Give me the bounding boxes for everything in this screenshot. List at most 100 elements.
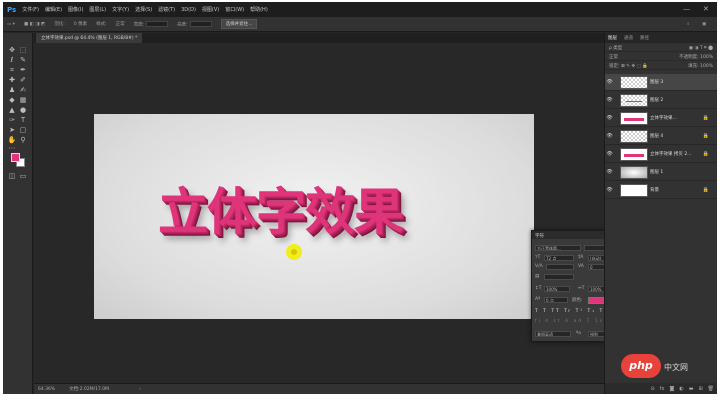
more-tools-icon[interactable]: ⋯ — [7, 144, 17, 153]
font-family-select[interactable]: 方正黑体简... — [535, 245, 581, 251]
shape-tool-icon[interactable]: ▢ — [18, 126, 28, 135]
type-tool-icon[interactable]: T — [18, 116, 28, 125]
visibility-eye-icon[interactable]: 👁 — [605, 97, 614, 103]
font-size-field[interactable]: 72 点 — [544, 255, 574, 261]
visibility-eye-icon[interactable]: 👁 — [605, 187, 614, 193]
brush-tool-icon[interactable]: ✐ — [18, 76, 28, 85]
crop-tool-icon[interactable]: ⌗ — [7, 66, 17, 75]
select-and-mask-button[interactable]: 选择并遮住... — [220, 19, 258, 29]
feather-value[interactable]: 0 像素 — [74, 21, 87, 27]
menu-window[interactable]: 窗口(W) — [225, 6, 244, 13]
status-arrow-icon[interactable]: › — [139, 387, 141, 392]
blend-mode-select[interactable]: 正常 — [609, 54, 618, 60]
eraser-tool-icon[interactable]: ◆ — [7, 96, 17, 105]
marquee-tool-icon[interactable]: ▭ ▾ — [7, 22, 15, 27]
history-brush-icon[interactable]: ✍ — [18, 86, 28, 95]
close-button[interactable]: ✕ — [703, 5, 709, 13]
search-icon[interactable]: ⌕ — [687, 21, 690, 27]
healing-brush-icon[interactable]: ✚ — [7, 76, 17, 85]
baseline-icon: Aª — [535, 297, 541, 302]
layer-thumbnail — [620, 147, 648, 161]
menu-select[interactable]: 选择(S) — [135, 6, 152, 13]
menu-edit[interactable]: 编辑(E) — [45, 6, 62, 13]
path-select-icon[interactable]: ➤ — [7, 126, 17, 135]
tracking-icon: VA — [578, 264, 584, 269]
visibility-eye-icon[interactable]: 👁 — [605, 169, 614, 175]
zoom-tool-icon[interactable]: ⚲ — [18, 136, 28, 145]
move-tool-icon[interactable]: ✥ — [7, 46, 17, 55]
quick-select-icon[interactable]: ✎ — [18, 56, 28, 65]
menu-image[interactable]: 图像(I) — [68, 6, 83, 13]
menu-layer[interactable]: 图层(L) — [89, 6, 106, 13]
new-group-icon[interactable]: ▬ — [689, 386, 694, 392]
layer-row[interactable]: 👁 立体字效果... 🔒 — [605, 110, 717, 127]
vertical-scale-field[interactable]: 100% — [544, 286, 570, 292]
selection-mode-icons[interactable]: ■ ◧ ◨ ◩ — [24, 22, 45, 27]
lock-label: 锁定: — [609, 64, 620, 69]
menu-file[interactable]: 文件(F) — [22, 6, 39, 13]
foreground-color-swatch[interactable] — [11, 153, 20, 162]
spacing-field[interactable] — [544, 274, 574, 280]
clone-stamp-icon[interactable]: ♟ — [7, 86, 17, 95]
lasso-tool-icon[interactable]: ℓ — [7, 56, 17, 65]
quick-mask-icon[interactable]: ◫ — [7, 172, 17, 181]
filter-icons[interactable]: ▣ ◑ T ⌗ ⬤ — [689, 45, 713, 51]
fx-icon[interactable]: fx — [660, 386, 665, 392]
visibility-eye-icon[interactable]: 👁 — [605, 115, 614, 121]
menu-type[interactable]: 文字(Y) — [112, 6, 129, 13]
link-layers-icon[interactable]: ⊝ — [651, 386, 655, 392]
width-field[interactable] — [146, 20, 169, 27]
layer-row[interactable]: 👁 立体字效果 拷贝 2... 🔒 — [605, 146, 717, 163]
new-layer-icon[interactable]: ⊞ — [698, 386, 702, 392]
adjustment-layer-icon[interactable]: ◐ — [679, 386, 683, 392]
character-panel-header[interactable]: 字符 ≡ — [532, 231, 615, 239]
layer-row[interactable]: 👁 图层 4 🔒 — [605, 128, 717, 145]
fill-field[interactable]: 100% — [700, 64, 713, 69]
visibility-eye-icon[interactable]: 👁 — [605, 133, 614, 139]
screen-mode-icon[interactable]: ▭ — [18, 172, 28, 181]
document-canvas[interactable]: 立体字效果 — [94, 114, 534, 319]
pen-tool-icon[interactable]: ✑ — [7, 116, 17, 125]
text-style-buttons[interactable]: T T TT Tr T¹ T₁ T T — [535, 309, 612, 316]
gradient-tool-icon[interactable]: ▦ — [18, 96, 28, 105]
zoom-level[interactable]: 64.36% — [38, 387, 55, 392]
kerning-field[interactable] — [546, 264, 574, 270]
minimize-button[interactable]: — — [683, 5, 690, 13]
canvas-workspace[interactable]: 立体字效果 — [34, 43, 604, 383]
lock-icon: 🔒 — [702, 187, 709, 193]
language-select[interactable]: 美国英语 — [535, 331, 571, 337]
layer-row[interactable]: 👁 图层 2 — [605, 92, 717, 109]
marquee-tool-icon[interactable]: ⬚ — [18, 46, 28, 55]
layer-filter-select[interactable]: ρ 类型 — [609, 45, 622, 51]
document-tab[interactable]: 立体字效果.psd @ 64.4% (图层 1, RGB/8#) * — [36, 33, 143, 43]
visibility-eye-icon[interactable]: 👁 — [605, 79, 614, 85]
menu-view[interactable]: 视图(V) — [202, 6, 219, 13]
visibility-eye-icon[interactable]: 👁 — [605, 151, 614, 157]
height-field[interactable] — [189, 20, 212, 27]
eyedropper-icon[interactable]: ✒ — [18, 66, 28, 75]
style-select[interactable]: 正常 — [116, 21, 125, 27]
add-mask-icon[interactable]: ◙ — [669, 386, 674, 392]
dodge-tool-icon[interactable]: ● — [18, 106, 28, 115]
menu-3d[interactable]: 3D(D) — [181, 7, 196, 13]
layer-row[interactable]: 👁 图层 1 — [605, 164, 717, 181]
document-tab-bar: 立体字效果.psd @ 64.4% (图层 1, RGB/8#) * — [34, 33, 604, 43]
tab-paths[interactable]: 路径 — [640, 35, 649, 41]
workspace-icon[interactable]: ▣ — [702, 22, 706, 27]
layer-row[interactable]: 👁 图层 3 — [605, 74, 717, 91]
tab-channels[interactable]: 通道 — [624, 35, 633, 41]
layer-thumbnail — [620, 75, 648, 89]
tab-layers[interactable]: 图层 — [608, 35, 617, 41]
layer-name: 图层 1 — [650, 170, 664, 175]
baseline-field[interactable]: 0 点 — [544, 297, 568, 303]
opacity-field[interactable]: 100% — [700, 55, 713, 60]
menu-filter[interactable]: 滤镜(T) — [158, 6, 175, 13]
blur-tool-icon[interactable]: ▲ — [7, 106, 17, 115]
menu-help[interactable]: 帮助(H) — [250, 6, 268, 13]
layer-row[interactable]: 👁 背景 🔒 — [605, 182, 717, 199]
layer-thumbnail — [620, 129, 648, 143]
blend-row: 正常 不透明度: 100% — [605, 52, 717, 61]
layers-panel: 图层 通道 路径 ρ 类型 ▣ ◑ T ⌗ ⬤ 正常 不透明度: 100% 锁定… — [604, 33, 717, 394]
lock-icons[interactable]: ⊠ ✎ ✥ ⬚ 🔒 — [621, 64, 648, 69]
trash-icon[interactable]: 🗑 — [708, 386, 714, 392]
